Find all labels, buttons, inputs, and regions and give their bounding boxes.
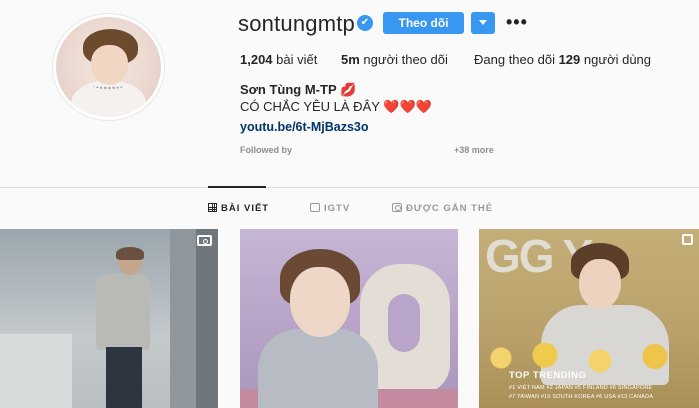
followers-count[interactable]: 5m người theo dõi bbox=[341, 52, 448, 67]
carousel-icon bbox=[682, 234, 693, 245]
tabs-divider bbox=[0, 187, 699, 188]
tab-tagged[interactable]: ĐƯỢC GẮN THẺ bbox=[392, 203, 493, 214]
profile-bio: CÓ CHẮC YÊU LÀ ĐÂY ❤️❤️❤️ bbox=[240, 99, 432, 114]
profile-full-name: Sơn Tùng M-TP 💋 bbox=[240, 82, 357, 97]
tagged-icon bbox=[392, 203, 402, 212]
profile-link[interactable]: youtu.be/6t-MjBazs3o bbox=[240, 120, 369, 134]
tab-posts[interactable]: BÀI VIẾT bbox=[208, 203, 269, 214]
top-trending-title: TOP TRENDING bbox=[509, 370, 587, 381]
video-camera-icon bbox=[197, 235, 212, 246]
post-thumbnail-photo[interactable] bbox=[240, 229, 458, 408]
verified-badge-icon: ✔ bbox=[357, 15, 373, 31]
profile-avatar[interactable] bbox=[52, 13, 165, 121]
more-options-icon[interactable]: ••• bbox=[506, 13, 527, 31]
suggested-accounts-dropdown-button[interactable] bbox=[471, 12, 495, 34]
tab-igtv[interactable]: IGTV bbox=[310, 203, 350, 214]
profile-username: sontungmtp bbox=[238, 11, 355, 36]
active-tab-indicator bbox=[208, 186, 266, 188]
igtv-icon bbox=[310, 203, 320, 212]
trending-countries-line-1: #1 VIỆT NAM #2 JAPAN #5 FINLAND #6 SINGA… bbox=[509, 385, 653, 391]
following-count[interactable]: Đang theo dõi 129 người dùng bbox=[474, 52, 651, 67]
followed-by-label[interactable]: Followed by bbox=[240, 145, 292, 155]
follow-button[interactable]: Theo dõi bbox=[383, 12, 464, 34]
trending-countries-line-2: #7 TAIWAN #10 SOUTH KOREA #6 USA #13 CAN… bbox=[509, 394, 654, 400]
followed-by-more-count[interactable]: +38 more bbox=[454, 145, 494, 155]
grid-icon bbox=[208, 203, 217, 212]
avatar-image bbox=[56, 17, 161, 117]
posts-count: 1,204 bài viết bbox=[240, 52, 318, 67]
post-thumbnail-video[interactable] bbox=[0, 229, 218, 408]
post-thumbnail-carousel[interactable]: GG Y TOP TRENDING #1 VIỆT NAM #2 JAPAN #… bbox=[479, 229, 699, 408]
